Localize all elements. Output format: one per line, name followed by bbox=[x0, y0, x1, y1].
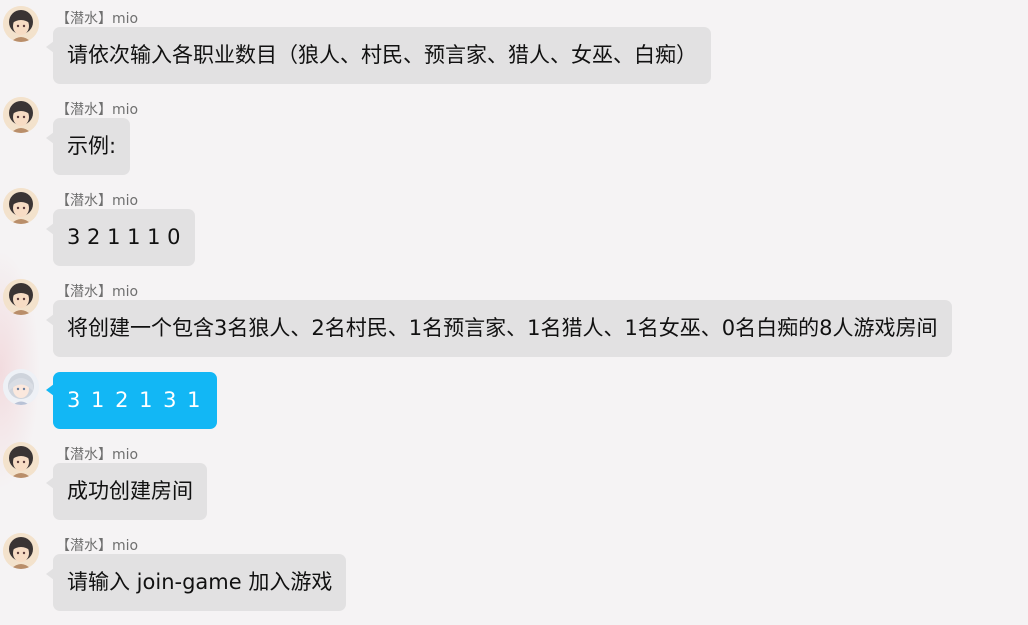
bot-avatar-icon[interactable] bbox=[3, 442, 39, 478]
user-avatar-icon[interactable] bbox=[3, 369, 39, 405]
sender-name: 【潜水】mio bbox=[56, 538, 139, 554]
sender-name: 【潜水】mio bbox=[56, 102, 139, 118]
message-bubble[interactable]: 将创建一个包含3名狼人、2名村民、1名预言家、1名猎人、1名女巫、0名白痴的8人… bbox=[46, 300, 952, 357]
sender-name: 【潜水】mio bbox=[56, 447, 139, 463]
sender-name: 【潜水】mio bbox=[56, 193, 139, 209]
bot-avatar-icon[interactable] bbox=[3, 533, 39, 569]
message-bubble[interactable]: 请输入 join-game 加入游戏 bbox=[45, 554, 347, 611]
message-bubble[interactable]: 3 2 1 1 1 0 bbox=[46, 209, 195, 266]
bot-avatar-icon[interactable] bbox=[3, 97, 39, 133]
message-bubble-self[interactable]: 3 1 2 1 3 1 bbox=[46, 372, 217, 429]
message-bubble[interactable]: 示例: bbox=[45, 118, 131, 175]
chat-window: 【潜水】mio 请依次输入各职业数目（狼人、村民、预言家、猎人、女巫、白痴） 【… bbox=[0, 0, 1028, 625]
bot-avatar-icon[interactable] bbox=[3, 188, 39, 224]
message-bubble[interactable]: 成功创建房间 bbox=[46, 463, 207, 520]
sender-name: 【潜水】mio bbox=[56, 284, 139, 300]
sender-name: 【潜水】mio bbox=[56, 11, 139, 27]
message-bubble[interactable]: 请依次输入各职业数目（狼人、村民、预言家、猎人、女巫、白痴） bbox=[46, 27, 711, 84]
bot-avatar-icon[interactable] bbox=[3, 6, 39, 42]
bot-avatar-icon[interactable] bbox=[3, 279, 39, 315]
